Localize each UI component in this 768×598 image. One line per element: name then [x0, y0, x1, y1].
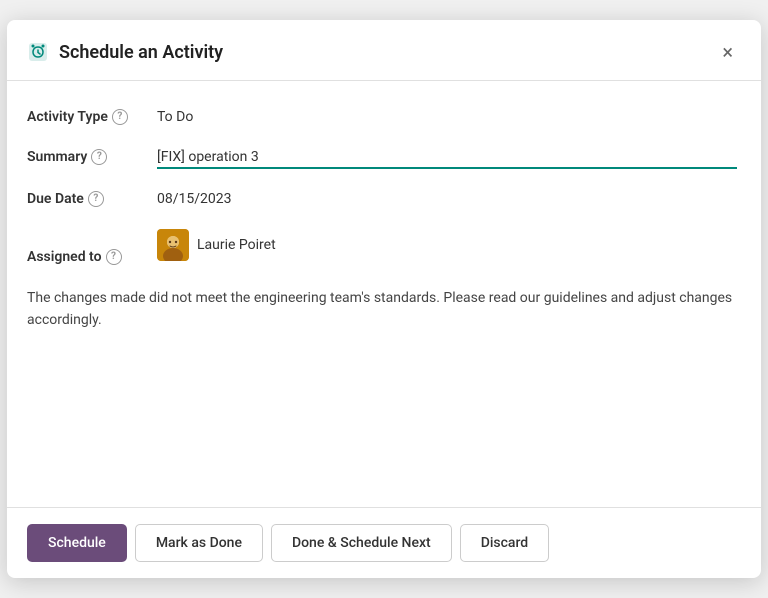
summary-input[interactable]	[157, 147, 737, 169]
activity-type-value: To Do	[157, 109, 193, 125]
modal-title: Schedule an Activity	[59, 42, 718, 63]
due-date-help-icon[interactable]: ?	[88, 191, 104, 207]
mark-as-done-button[interactable]: Mark as Done	[135, 524, 263, 562]
assigned-to-row: Assigned to ? Laurie Poiret	[27, 229, 737, 265]
modal-footer: Schedule Mark as Done Done & Schedule Ne…	[7, 507, 761, 578]
activity-icon	[27, 41, 49, 63]
notes-text: The changes made did not meet the engine…	[27, 287, 737, 332]
summary-label: Summary ?	[27, 149, 157, 165]
assigned-to-value: Laurie Poiret	[157, 229, 276, 261]
due-date-label: Due Date ?	[27, 191, 157, 207]
activity-type-label: Activity Type ?	[27, 109, 157, 125]
close-button[interactable]: ×	[718, 38, 737, 66]
assigned-to-help-icon[interactable]: ?	[106, 249, 122, 265]
due-date-value: 08/15/2023	[157, 191, 232, 207]
modal-header: Schedule an Activity ×	[7, 20, 761, 81]
summary-row: Summary ?	[27, 147, 737, 169]
assigned-to-name: Laurie Poiret	[197, 237, 276, 253]
done-schedule-next-button[interactable]: Done & Schedule Next	[271, 524, 452, 562]
activity-type-row: Activity Type ? To Do	[27, 109, 737, 125]
modal-body: Activity Type ? To Do Summary ? Due Date…	[7, 81, 761, 507]
activity-type-help-icon[interactable]: ?	[112, 109, 128, 125]
avatar	[157, 229, 189, 261]
summary-help-icon[interactable]: ?	[91, 149, 107, 165]
due-date-row: Due Date ? 08/15/2023	[27, 191, 737, 207]
schedule-activity-modal: Schedule an Activity × Activity Type ? T…	[7, 20, 761, 578]
discard-button[interactable]: Discard	[460, 524, 549, 562]
schedule-button[interactable]: Schedule	[27, 524, 127, 562]
assigned-to-label: Assigned to ?	[27, 249, 157, 265]
